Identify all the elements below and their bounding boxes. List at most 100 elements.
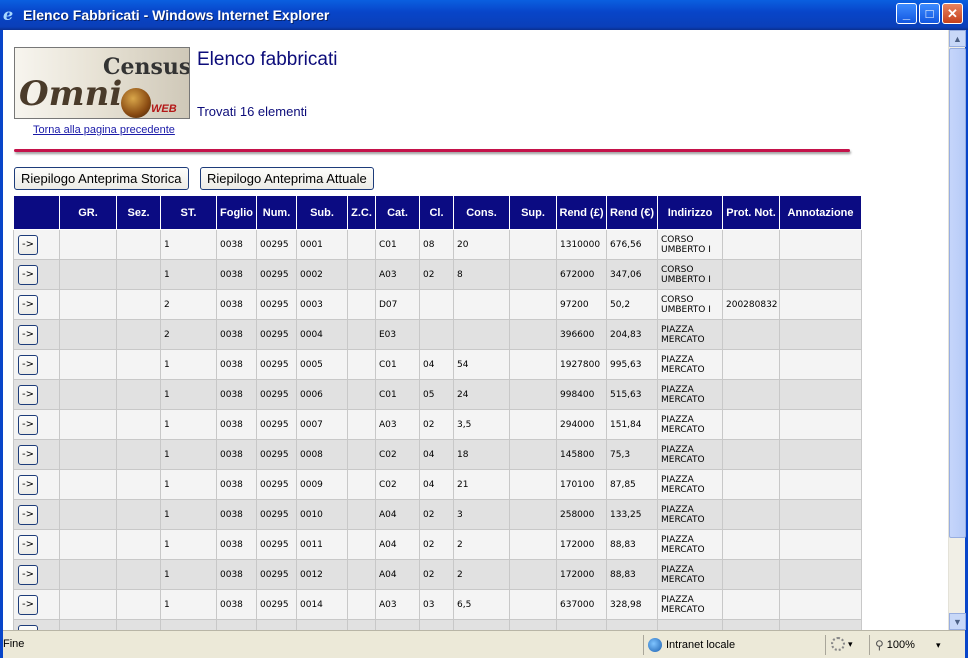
cell-prot [722,469,780,500]
cell-indirizzo: PIAZZA MERCATO [657,499,723,530]
open-detail-button[interactable]: -> [18,414,38,435]
protected-mode-control[interactable]: ▾ [831,637,853,651]
cell-cl: 03 [419,589,454,620]
omni-census-logo: Census Omni WEB [14,47,190,119]
cell-st: 1 [160,259,217,290]
cell-rend-e: 995,63 [606,349,658,380]
cell-cons: 3,5 [453,409,510,440]
open-detail-button[interactable]: -> [18,234,38,255]
cell-annot [779,499,862,530]
column-header: Num. [256,195,297,230]
open-detail-button[interactable]: -> [18,504,38,525]
cell-st: 1 [160,379,217,410]
column-header: Sez. [116,195,161,230]
cell-gr [59,589,117,620]
close-button[interactable]: ✕ [942,3,963,24]
cell-rend-e: 133,25 [606,499,658,530]
zoom-caret-icon: ▾ [935,639,941,650]
cell-rend-e: 88,83 [606,529,658,560]
open-detail-button[interactable]: -> [18,384,38,405]
cell-indirizzo: PIAZZA MERCATO [657,439,723,470]
open-detail-button[interactable]: -> [18,534,38,555]
cell-cat: C02 [375,439,420,470]
cell-rend-l: 998400 [556,379,607,410]
cell-rend-l: 172000 [556,559,607,590]
cell-sez [116,349,161,380]
cell-indirizzo: PIAZZA MERCATO [657,349,723,380]
cell-st: 1 [160,229,217,260]
cell-zc [347,559,376,590]
logo-web-text: WEB [151,103,177,115]
cell-indirizzo: PIAZZA MERCATO [657,589,723,620]
cell-sup [509,529,557,560]
maximize-button[interactable]: □ [919,3,940,24]
cell-rend-e: 88,83 [606,559,658,590]
cell-sez [116,259,161,290]
cell-sup [509,349,557,380]
riepilogo-attuale-button[interactable]: Riepilogo Anteprima Attuale [200,167,374,190]
cell-num: 00295 [256,379,297,410]
back-link[interactable]: Torna alla pagina precedente [33,124,175,136]
vertical-scrollbar[interactable]: ▲ ▼ [948,30,966,630]
cell-rend-l [556,619,607,630]
scroll-up-arrow-icon[interactable]: ▲ [949,30,966,47]
cell-rend-e: 50,2 [606,289,658,320]
cell-zc [347,319,376,350]
cell-num: 00295 [256,589,297,620]
open-detail-button[interactable]: -> [18,264,38,285]
cell-cons [453,619,510,630]
zoom-control[interactable]: ⚲ 100% ▾ [875,638,940,652]
cell-prot [722,379,780,410]
cell-foglio: 0038 [216,439,257,470]
scroll-down-arrow-icon[interactable]: ▼ [949,613,966,630]
cell-rend-e: 87,85 [606,469,658,500]
open-detail-button[interactable]: -> [18,474,38,495]
cell-sub: 0012 [296,559,348,590]
cell-zc [347,439,376,470]
open-detail-button[interactable]: -> [18,354,38,375]
cell-foglio: 0038 [216,409,257,440]
cell-foglio: 0038 [216,349,257,380]
scrollbar-thumb[interactable] [949,48,966,538]
open-detail-button[interactable]: -> [18,594,38,615]
cell-cl: 02 [419,529,454,560]
cell-sub: 0005 [296,349,348,380]
cell-foglio: 0038 [216,589,257,620]
globe-icon [121,88,151,118]
open-detail-button[interactable]: -> [18,444,38,465]
action-cell: -> [13,289,60,320]
cell-cat: A03 [375,409,420,440]
cell-annot [779,529,862,560]
open-detail-button[interactable]: -> [18,324,38,345]
open-detail-button[interactable]: -> [18,564,38,585]
protect-caret-icon: ▾ [848,638,853,649]
cell-indirizzo: CORSO UMBERTO I [657,259,723,290]
cell-rend-e: 347,06 [606,259,658,290]
riepilogo-storica-button[interactable]: Riepilogo Anteprima Storica [14,167,189,190]
cell-st: 2 [160,319,217,350]
cell-cons: 8 [453,259,510,290]
cell-sup [509,559,557,590]
security-zone[interactable]: Intranet locale [648,638,735,652]
open-detail-button[interactable]: -> [18,294,38,315]
table-row: -> 1 0038 00295 0007 A03 02 3,5 294000 151,84 PIAZ… [13,409,862,440]
action-cell: -> [13,529,60,560]
cell-foglio: 0038 [216,529,257,560]
cell-prot [722,439,780,470]
table-row: -> 1 0038 00295 0009 C02 04 21 170100 87,85 PIAZZA… [13,469,862,500]
cell-sup [509,259,557,290]
page-content: Census Omni WEB Torna alla pagina preced… [3,30,945,630]
cell-rend-e: 151,84 [606,409,658,440]
status-bar: Fine Intranet locale ▾ ⚲ 100% ▾ [3,630,965,658]
cell-rend-l: 396600 [556,319,607,350]
table-row: -> 2 0038 00295 0004 E03 396600 204,83 PIAZZA ME… [13,319,862,350]
cell-cl: 05 [419,379,454,410]
table-row: -> 1 0038 00295 0012 A04 02 2 172000 88,83 PIAZZA … [13,559,862,590]
cell-zc [347,409,376,440]
cell-indirizzo: PIAZZA MERCATO [657,379,723,410]
status-text: Fine [3,638,25,650]
cell-rend-e: 75,3 [606,439,658,470]
minimize-button[interactable]: _ [896,3,917,24]
table-row: -> PIAZZA [13,619,862,630]
cell-cons: 3 [453,499,510,530]
